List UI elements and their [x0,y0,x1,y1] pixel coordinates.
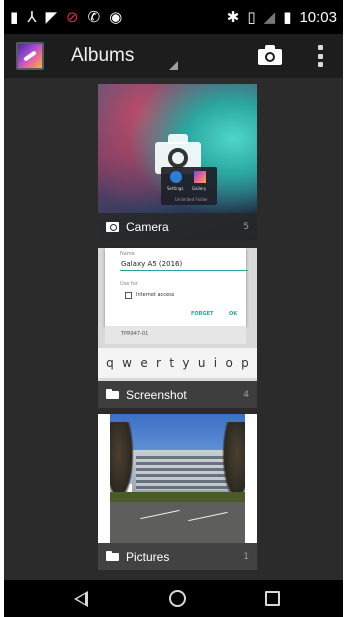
bluetooth-icon: ✱ [226,7,240,26]
field-label: Name [120,251,135,257]
popup-label: Gallery [192,186,207,191]
field-label: Use for [120,281,138,287]
album-name: Pictures [126,549,170,564]
checkbox [125,292,132,299]
album-count: 4 [243,389,249,400]
status-time: 10:03 [299,8,337,26]
no-signal-icon: ◢ [263,7,276,26]
gallery-icon [194,171,206,183]
sd-card-icon: ◤ [45,7,57,26]
key: e [140,356,148,370]
camera-button[interactable] [258,45,282,65]
album-grid: Settings Gallery Unlimited Folder Camera… [4,78,343,580]
building-photo [110,414,245,543]
navigation-bar [4,580,343,617]
forget-label: FORGET [191,311,214,317]
popup-label: Settings [167,186,184,191]
overflow-menu-icon[interactable] [318,45,324,67]
keyboard-row: q w e r t y u i o p [98,348,257,378]
sim-icon: ▮ [10,7,19,26]
key: r [156,356,161,370]
ok-label: OK [229,311,238,317]
gallery-app-icon[interactable] [16,42,44,70]
home-icon[interactable] [169,590,186,607]
key: p [241,356,249,370]
key: u [197,356,206,370]
network-row: TPR947-01 [105,326,246,344]
popup-footer: Unlimited Folder [175,197,208,202]
album-name: Screenshot [126,387,187,402]
folder-icon [106,551,119,561]
dropdown-indicator-icon[interactable] [169,61,178,70]
field-value: Galaxy A5 (2016) [121,260,183,268]
key: t [169,356,175,370]
recents-icon[interactable] [265,591,280,606]
checkbox-label: Internet access [136,292,175,298]
row-text: TPR947-01 [121,331,149,337]
action-bar: Albums [4,34,343,78]
album-caption: Pictures 1 [98,543,257,570]
album-card-screenshot[interactable]: Name Galaxy A5 (2016) Use for Internet a… [98,248,257,408]
launcher-popup: Settings Gallery Unlimited Folder [161,167,217,205]
key: i [213,356,218,370]
vibrate-icon: ▯ [247,7,256,26]
key: y [182,356,190,370]
status-bar: ▮ ⅄ ◤ ⊘ ✆ ◉ ✱ ▯ ◢ ▮ 10:03 [4,0,343,34]
album-caption: Camera 5 [98,213,257,240]
device-screen: ▮ ⅄ ◤ ⊘ ✆ ◉ ✱ ▯ ◢ ▮ 10:03 Albums Setting… [4,0,343,617]
camera-icon [106,222,119,232]
key: q [106,356,114,370]
album-card-camera[interactable]: Settings Gallery Unlimited Folder Camera… [98,84,257,240]
page-title[interactable]: Albums [71,45,134,67]
no-sim-icon: ⊘ [65,7,79,26]
back-icon[interactable] [74,591,88,607]
folder-icon [106,389,119,399]
key: o [225,356,233,370]
battery-icon: ▮ [283,7,292,26]
network-icon: ⅄ [27,7,37,26]
android-icon: ◉ [109,7,123,26]
album-count: 5 [243,221,249,232]
key: w [122,356,132,370]
album-name: Camera [126,219,169,234]
album-count: 1 [243,551,249,562]
settings-icon [170,171,182,183]
screenshot-dialog: Name Galaxy A5 (2016) Use for Internet a… [105,248,248,326]
call-icon: ✆ [87,7,101,26]
album-caption: Screenshot 4 [98,381,257,408]
album-card-pictures[interactable]: Pictures 1 [98,414,257,570]
